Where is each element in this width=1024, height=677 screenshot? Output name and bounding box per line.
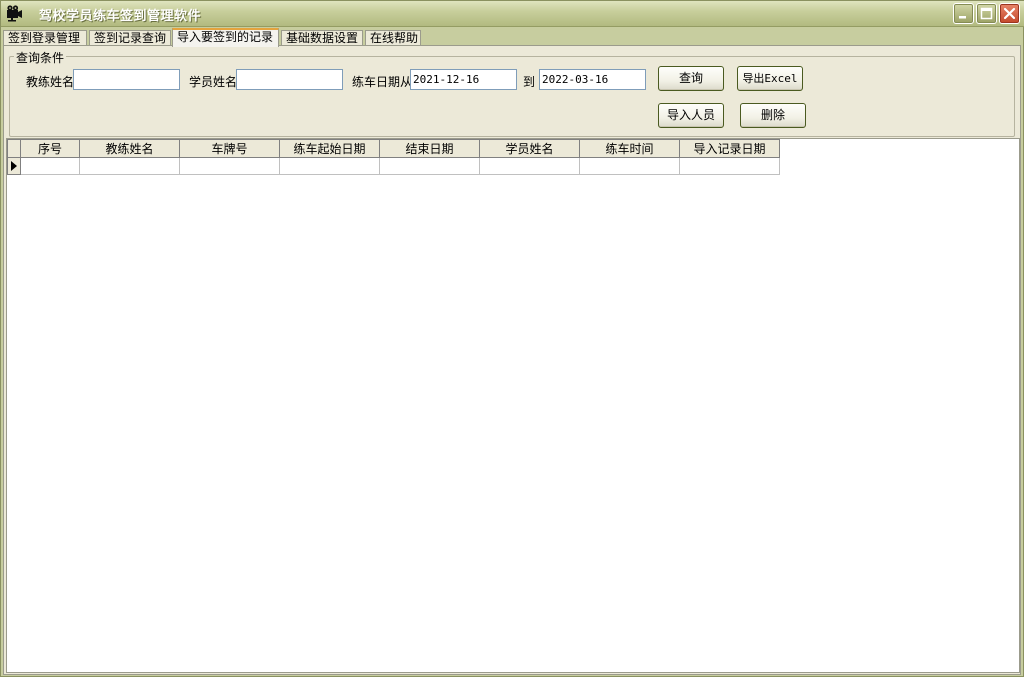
minimize-button[interactable] [953,3,974,24]
coach-name-label: 教练姓名 [26,75,75,89]
records-grid[interactable]: 序号 教练姓名 车牌号 练车起始日期 结束日期 学员姓名 练车时间 导入记录日期 [6,138,1020,673]
tab-content: 查询条件 教练姓名 学员姓名 练车日期从 2021-12-16 到 2022-0… [3,45,1021,675]
date-to-input[interactable]: 2022-03-16 [539,69,646,90]
column-header-plate-number[interactable]: 车牌号 [179,139,280,158]
close-button[interactable] [999,3,1020,24]
query-conditions-title: 查询条件 [14,49,67,66]
date-from-input[interactable]: 2021-12-16 [410,69,517,90]
close-icon [1003,7,1016,20]
column-header-end-date[interactable]: 结束日期 [379,139,480,158]
student-name-label: 学员姓名 [189,75,238,89]
import-people-button[interactable]: 导入人员 [658,103,724,128]
tab-strip: 签到登录管理 签到记录查询 导入要签到的记录 基础数据设置 在线帮助 [3,28,1023,47]
practice-date-from-label: 练车日期从 [352,75,413,89]
tab-import-records[interactable]: 导入要签到的记录 [172,28,279,47]
tab-basic-data[interactable]: 基础数据设置 [281,30,363,46]
current-row-arrow-icon [11,161,17,171]
column-header-practice-time[interactable]: 练车时间 [579,139,680,158]
table-row[interactable] [7,157,780,175]
tab-online-help[interactable]: 在线帮助 [365,30,421,46]
column-header-coach-name[interactable]: 教练姓名 [79,139,180,158]
column-header-import-date[interactable]: 导入记录日期 [679,139,780,158]
cell-import-date[interactable] [679,157,780,175]
export-excel-button[interactable]: 导出Excel [737,66,803,91]
maximize-button[interactable] [976,3,997,24]
minimize-icon [959,16,966,19]
cell-start-date[interactable] [279,157,380,175]
column-header-student-name[interactable]: 学员姓名 [479,139,580,158]
tab-checkin-login[interactable]: 签到登录管理 [3,30,87,46]
cell-practice-time[interactable] [579,157,680,175]
cell-end-date[interactable] [379,157,480,175]
query-button[interactable]: 查询 [658,66,724,91]
grid-header-row: 序号 教练姓名 车牌号 练车起始日期 结束日期 学员姓名 练车时间 导入记录日期 [7,139,780,158]
delete-button[interactable]: 删除 [740,103,806,128]
app-window: 驾校学员练车签到管理软件 签到登录管理 签到记录查询 导入要签到的记录 基础数据… [0,0,1024,677]
records-table: 序号 教练姓名 车牌号 练车起始日期 结束日期 学员姓名 练车时间 导入记录日期 [7,139,780,175]
row-indicator[interactable] [7,157,21,175]
tab-checkin-records[interactable]: 签到记录查询 [89,30,171,46]
cell-plate-number[interactable] [179,157,280,175]
date-to-label: 到 [523,75,536,89]
column-header-start-date[interactable]: 练车起始日期 [279,139,380,158]
column-header-serial[interactable]: 序号 [20,139,80,158]
coach-name-input[interactable] [73,69,180,90]
student-name-input[interactable] [236,69,343,90]
cell-student-name[interactable] [479,157,580,175]
cell-coach-name[interactable] [79,157,180,175]
cell-serial[interactable] [20,157,80,175]
window-title: 驾校学员练车签到管理软件 [39,9,202,24]
title-bar[interactable]: 驾校学员练车签到管理软件 [1,1,1024,27]
film-camera-icon [7,5,22,22]
maximize-icon [980,7,993,20]
row-header-corner [7,139,21,158]
